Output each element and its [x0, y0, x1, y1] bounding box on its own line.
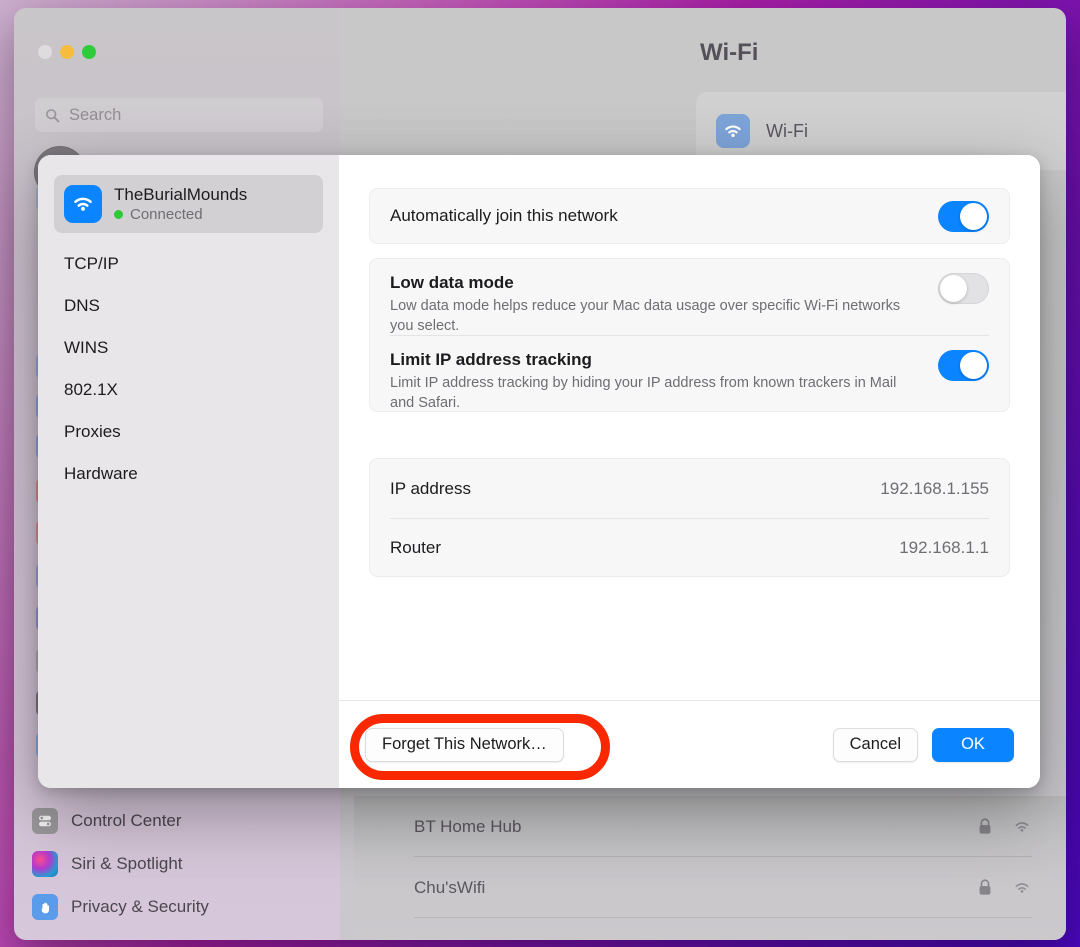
network-name: TheBurialMounds [114, 185, 248, 205]
toggle-knob [960, 352, 987, 380]
sidebar-item-network[interactable]: TheBurialMounds Connected [54, 175, 323, 233]
sidebar-item-wins[interactable]: WINS [54, 327, 323, 369]
search-placeholder: Search [69, 105, 122, 124]
low-data-mode-label: Low data mode [390, 273, 514, 292]
lock-icon [979, 879, 991, 895]
sheet-footer: Forget This Network… Cancel OK [339, 701, 1040, 788]
wifi-icon [64, 185, 102, 223]
sidebar-item-label: Proxies [64, 422, 121, 441]
low-data-mode-row: Low data mode Low data mode helps reduce… [370, 259, 1009, 336]
ip-address-label: IP address [390, 478, 471, 498]
maximize-button[interactable] [82, 45, 96, 59]
sheet-sidebar: TheBurialMounds Connected TCP/IP DNS WIN… [38, 155, 339, 788]
wifi-signal-icon [1015, 822, 1029, 832]
ok-button[interactable]: OK [932, 727, 1014, 762]
sidebar-item-label: WINS [64, 338, 109, 357]
low-data-mode-description: Low data mode helps reduce your Mac data… [390, 298, 901, 334]
toggle-knob [940, 275, 967, 302]
wifi-signal-icon [1015, 883, 1029, 893]
router-row: Router 192.168.1.1 [370, 518, 1009, 577]
close-button[interactable] [38, 45, 52, 59]
network-status: Connected [114, 206, 247, 223]
limit-ip-tracking-row: Limit IP address tracking Limit IP addre… [370, 336, 1009, 413]
network-name: BT Home Hub [414, 816, 522, 836]
sidebar-item-label: Control Center [71, 811, 182, 830]
router-value: 192.168.1.1 [899, 537, 989, 557]
wifi-master-row[interactable]: Wi-Fi [716, 104, 1066, 158]
sidebar-item-label: TCP/IP [64, 254, 119, 273]
ip-address-row: IP address 192.168.1.155 [370, 459, 1009, 518]
minimize-button[interactable] [60, 45, 74, 59]
toggle-knob [960, 202, 987, 230]
privacy-modes-card: Low data mode Low data mode helps reduce… [369, 258, 1010, 412]
siri-icon [32, 851, 58, 877]
network-row[interactable]: Chu'sWifi [414, 857, 1032, 918]
lock-icon [979, 818, 991, 834]
sheet-main-panel: Automatically join this network Low data… [339, 155, 1040, 788]
page-title: Wi-Fi [700, 39, 759, 66]
window-traffic-lights[interactable] [38, 45, 96, 59]
auto-join-toggle[interactable] [938, 200, 989, 232]
sidebar-item-siri-spotlight[interactable]: Siri & Spotlight [32, 851, 183, 877]
network-name: Chu'sWifi [414, 877, 486, 897]
wifi-icon [716, 114, 750, 148]
sidebar-item-label: Siri & Spotlight [71, 854, 183, 873]
sidebar-item-hardware[interactable]: Hardware [54, 453, 323, 495]
network-details-sheet: TheBurialMounds Connected TCP/IP DNS WIN… [38, 155, 1040, 788]
sidebar-item-label: DNS [64, 296, 100, 315]
auto-join-card: Automatically join this network [369, 188, 1010, 244]
low-data-mode-toggle[interactable] [938, 273, 989, 304]
auto-join-label: Automatically join this network [390, 206, 618, 225]
sidebar-item-label: Hardware [64, 464, 138, 483]
search-icon [46, 108, 60, 122]
sidebar-item-proxies[interactable]: Proxies [54, 411, 323, 453]
sidebar-item-privacy-security[interactable]: Privacy & Security [32, 894, 209, 920]
cancel-button[interactable]: Cancel [832, 727, 918, 762]
status-dot-icon [114, 209, 123, 219]
sidebar-item-dns[interactable]: DNS [54, 285, 323, 327]
router-label: Router [390, 537, 442, 557]
sidebar-item-8021x[interactable]: 802.1X [54, 369, 323, 411]
privacy-hand-icon [32, 894, 58, 920]
ip-address-value: 192.168.1.155 [880, 478, 989, 498]
network-details-card: IP address 192.168.1.155 Router 192.168.… [369, 458, 1010, 577]
limit-ip-tracking-label: Limit IP address tracking [390, 350, 592, 370]
status-label: Connected [130, 205, 203, 223]
auto-join-row: Automatically join this network [370, 189, 1009, 243]
forget-this-network-button[interactable]: Forget This Network… [365, 727, 564, 762]
network-row[interactable]: BT Home Hub [414, 796, 1032, 857]
control-center-icon [32, 808, 58, 834]
row-separator [414, 917, 1032, 918]
sidebar-item-tcpip[interactable]: TCP/IP [54, 243, 323, 285]
wifi-master-label: Wi-Fi [766, 120, 808, 141]
limit-ip-tracking-toggle[interactable] [938, 350, 989, 382]
sidebar-item-label: 802.1X [64, 380, 118, 399]
available-networks-list: BT Home Hub Chu'sWifi [354, 796, 1066, 940]
sidebar-item-label: Privacy & Security [71, 897, 209, 916]
limit-ip-tracking-description: Limit IP address tracking by hiding your… [390, 375, 897, 411]
sidebar-item-control-center[interactable]: Control Center [32, 808, 182, 834]
search-input[interactable]: Search [35, 98, 323, 132]
